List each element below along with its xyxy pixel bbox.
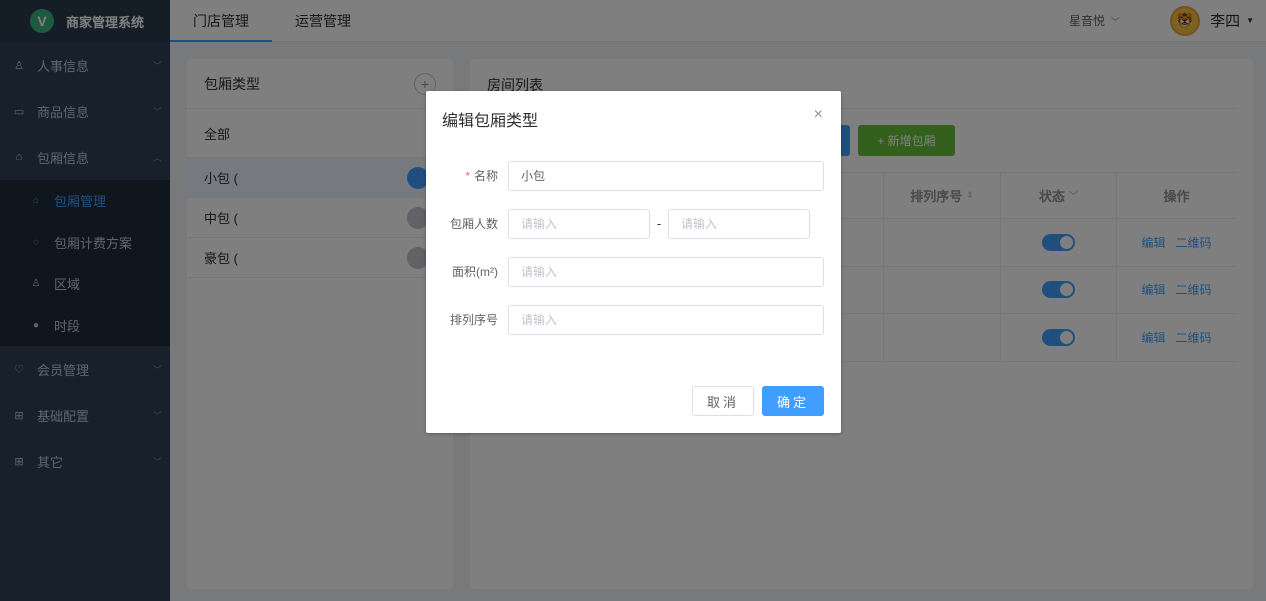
close-icon[interactable]: × <box>814 107 823 123</box>
form-row-area: 面积(m²) <box>426 256 841 287</box>
people-label: 包厢人数 <box>449 217 498 231</box>
dialog-title: 编辑包厢类型 <box>442 113 539 130</box>
name-label: * 名称 <box>426 167 508 184</box>
sort-label: 排列序号 <box>449 313 498 327</box>
confirm-button[interactable]: 确定 <box>762 386 824 416</box>
name-input[interactable] <box>508 160 824 191</box>
required-mark: * <box>465 169 470 183</box>
sort-input[interactable] <box>508 304 824 335</box>
form-row-name: * 名称 <box>426 160 841 191</box>
form-row-sort: 排列序号 <box>426 304 841 335</box>
range-separator: - <box>656 216 662 231</box>
area-label: 面积(m²) <box>452 265 498 279</box>
people-max-input[interactable] <box>668 208 810 239</box>
people-min-input[interactable] <box>508 208 650 239</box>
form-row-people: 包厢人数 - <box>426 208 841 239</box>
cancel-button[interactable]: 取消 <box>692 386 754 416</box>
name-label-text: 名称 <box>473 169 498 183</box>
area-input[interactable] <box>508 256 824 287</box>
edit-room-type-dialog: 编辑包厢类型 × *名称 包厢人数 - 面积(m²) 排列序号 取消 确定 <box>426 91 841 433</box>
